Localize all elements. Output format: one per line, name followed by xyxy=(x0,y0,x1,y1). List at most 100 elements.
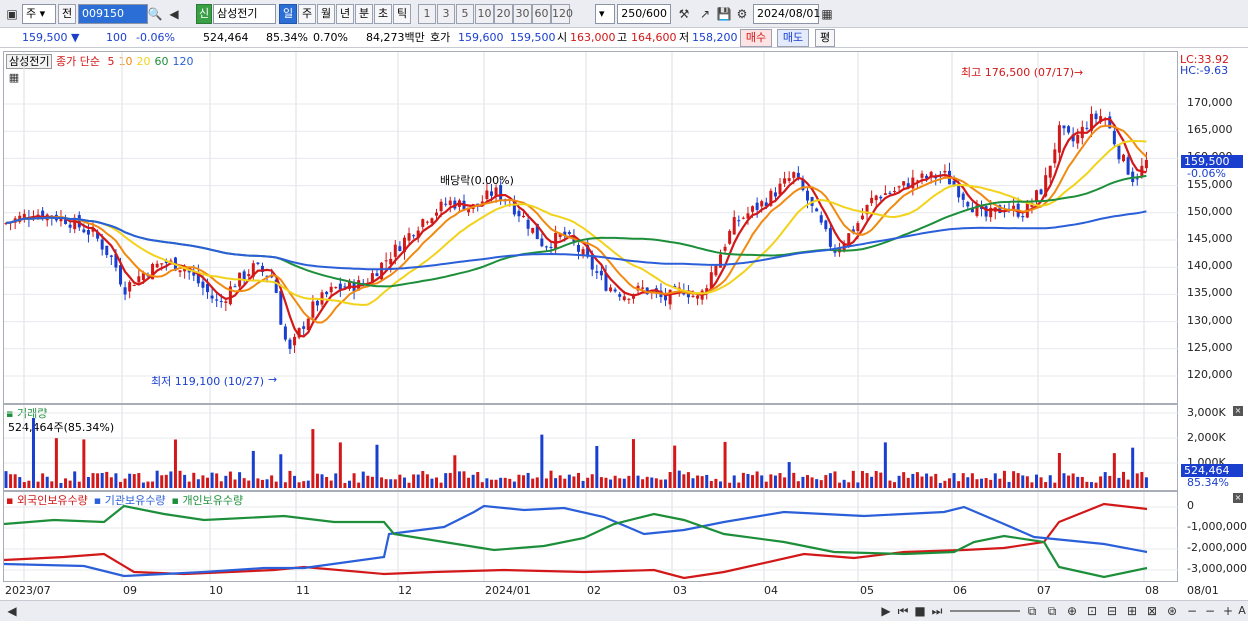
ask-label: 호가 xyxy=(430,31,451,44)
volume-bar xyxy=(187,481,191,488)
scroll-right-icon[interactable]: ▶ xyxy=(878,603,894,619)
candle-body xyxy=(325,291,329,295)
volume-bar xyxy=(128,473,132,488)
zoom-slider[interactable] xyxy=(950,610,1020,612)
price-chart[interactable] xyxy=(4,52,1178,403)
scroll-bar[interactable]: ◀ ▶ ⏮ ■ ⏭ ⧉ ⧉ ⊕ ⊡ ⊟ ⊞ ⊠ ⊛ − − + A xyxy=(0,600,1248,621)
volume-bar xyxy=(792,472,796,488)
period-tab-4[interactable]: 분 xyxy=(355,4,373,24)
tool-icon-3[interactable]: ⊕ xyxy=(1064,603,1080,619)
font-icon[interactable]: A xyxy=(1234,603,1248,619)
price-tick: 170,000 xyxy=(1187,96,1233,109)
stop-icon[interactable]: ■ xyxy=(912,603,928,619)
gear-icon[interactable]: ⚙ xyxy=(734,6,750,22)
forward-icon[interactable]: ⏭ xyxy=(929,603,945,619)
sound-icon[interactable]: ◀ xyxy=(166,6,182,22)
volume-bar xyxy=(315,473,319,488)
high-note: 최고 176,500 (07/17) xyxy=(961,66,1075,79)
holdings-axis: 0 -1,000,000 -2,000,000 -3,000,000 xyxy=(1179,491,1247,582)
sell-button[interactable]: 매도 xyxy=(777,29,809,47)
interval-2[interactable]: 5 xyxy=(456,4,474,24)
volume-bar xyxy=(760,475,764,488)
period-tab-1[interactable]: 주 xyxy=(298,4,316,24)
volume-bar xyxy=(123,478,127,488)
price-tick: 125,000 xyxy=(1187,340,1233,354)
panel-close-icon[interactable]: × xyxy=(1233,406,1243,416)
zoom-in-icon[interactable]: − xyxy=(1202,603,1218,619)
candle-body xyxy=(1067,126,1071,133)
candle-body xyxy=(1021,216,1025,218)
volume-bar xyxy=(599,477,603,488)
rewind-icon[interactable]: ⏮ xyxy=(895,603,911,619)
volume-bar xyxy=(609,479,613,488)
tool-icon-4[interactable]: ⊡ xyxy=(1084,603,1100,619)
volume-bar xyxy=(1108,475,1112,488)
scroll-left-icon[interactable]: ◀ xyxy=(4,603,20,619)
volume-bar xyxy=(13,474,17,488)
tool-icon-6[interactable]: ⊞ xyxy=(1124,603,1140,619)
flat-button[interactable]: 평 xyxy=(815,29,835,47)
volume-bar xyxy=(508,478,512,488)
interval-5[interactable]: 30 xyxy=(513,4,532,24)
interval-0[interactable]: 1 xyxy=(418,4,436,24)
candle-body xyxy=(760,201,764,207)
x-tick: 2023/07 xyxy=(5,584,51,597)
candle-body xyxy=(242,271,246,280)
candle-body xyxy=(627,298,631,300)
period-tab-5[interactable]: 초 xyxy=(374,4,392,24)
volume-bar xyxy=(627,475,631,488)
volume-bar xyxy=(206,477,210,488)
period-tab-2[interactable]: 월 xyxy=(317,4,335,24)
date-input[interactable]: 2024/08/01 xyxy=(753,4,820,24)
period-tab-6[interactable]: 틱 xyxy=(393,4,411,24)
tool-icon-7[interactable]: ⊠ xyxy=(1144,603,1160,619)
candle-body xyxy=(119,265,122,285)
x-tick: 07 xyxy=(1037,584,1051,597)
candle-body xyxy=(338,283,342,290)
candle-body xyxy=(412,235,416,237)
stock-name-field[interactable]: 삼성전기 xyxy=(213,4,276,24)
calendar-icon[interactable]: ▦ xyxy=(819,6,835,22)
volume-bar xyxy=(146,481,150,488)
volume-bar xyxy=(1117,477,1121,488)
window-icon[interactable]: ▣ xyxy=(4,6,20,22)
period-tab-0[interactable]: 일 xyxy=(279,4,297,24)
holdings-chart[interactable] xyxy=(4,492,1178,581)
chart-tool-icon[interactable]: ⚒ xyxy=(676,6,692,22)
save-icon[interactable]: 💾 xyxy=(716,6,732,22)
search-icon[interactable]: 🔍 xyxy=(147,6,163,22)
interval-6[interactable]: 60 xyxy=(532,4,551,24)
interval-3[interactable]: 10 xyxy=(475,4,494,24)
draw-icon[interactable]: ↗ xyxy=(697,6,713,22)
candle-body xyxy=(489,191,493,196)
code-input[interactable]: 009150 xyxy=(78,4,148,24)
interval-4[interactable]: 20 xyxy=(494,4,513,24)
volume-chart[interactable] xyxy=(4,405,1178,490)
volume-bar xyxy=(132,474,136,488)
prev-button[interactable]: 전 xyxy=(58,4,76,24)
period-select[interactable]: 주 ▾ xyxy=(22,4,56,24)
count-input[interactable]: 250/600 xyxy=(617,4,671,24)
volume-bar xyxy=(370,476,374,488)
candle-body xyxy=(870,197,874,204)
volume-bar xyxy=(119,481,122,488)
tool-icon-2[interactable]: ⧉ xyxy=(1044,603,1060,619)
volume-bar xyxy=(1131,447,1135,488)
buy-button[interactable]: 매수 xyxy=(740,29,772,47)
zoom-out-icon[interactable]: − xyxy=(1184,603,1200,619)
interval-dropdown[interactable]: ▾ xyxy=(595,4,615,24)
current-pct-label: -0.06% xyxy=(1187,167,1226,180)
interval-7[interactable]: 120 xyxy=(551,4,573,24)
holdings-close-icon[interactable]: × xyxy=(1233,493,1243,503)
volume-bar xyxy=(439,482,443,488)
tool-icon-5[interactable]: ⊟ xyxy=(1104,603,1120,619)
volume-bar xyxy=(838,482,842,488)
high-arrow-icon: → xyxy=(1074,66,1084,79)
tool-icon-1[interactable]: ⧉ xyxy=(1024,603,1040,619)
volume-bar xyxy=(467,477,471,488)
tool-icon-8[interactable]: ⊛ xyxy=(1164,603,1180,619)
volume-bar xyxy=(380,477,384,488)
period-tab-3[interactable]: 년 xyxy=(336,4,354,24)
high-label: 고 xyxy=(617,31,628,44)
interval-1[interactable]: 3 xyxy=(437,4,455,24)
